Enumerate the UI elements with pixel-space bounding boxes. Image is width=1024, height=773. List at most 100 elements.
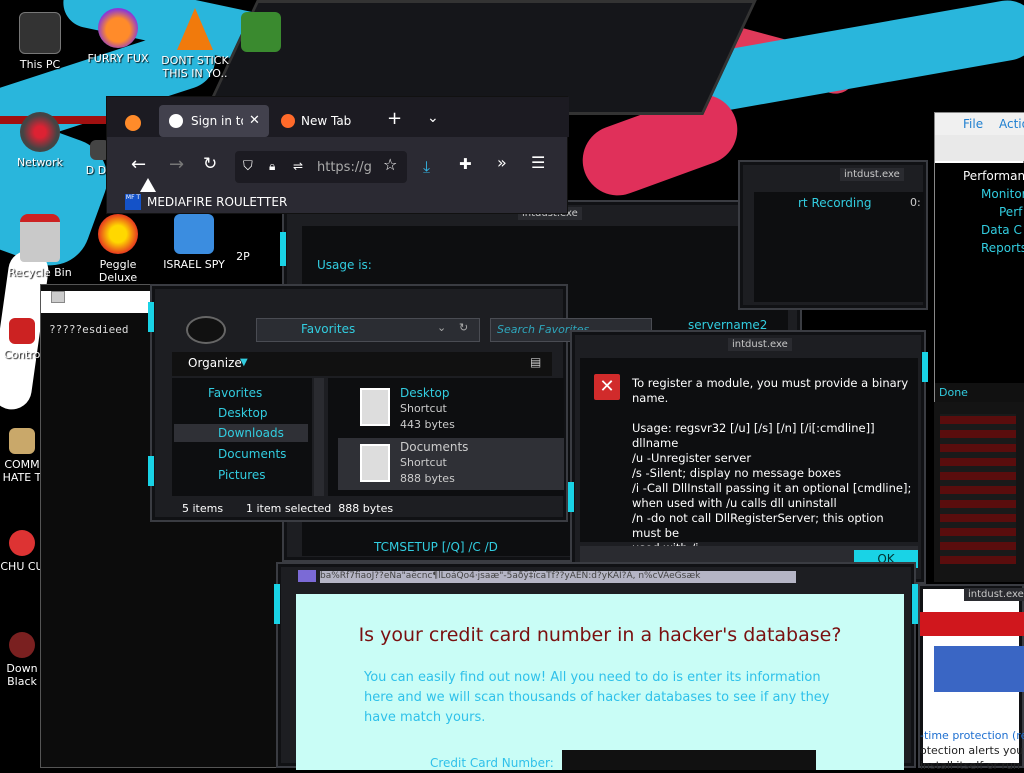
explorer-window[interactable]: Favorites ⌄ ↻ Search Favorites Organize … [148, 284, 652, 522]
nav-item-desktop[interactable]: Desktop [218, 406, 268, 420]
cmd-icon [51, 291, 65, 303]
star-icon[interactable]: ☆ [383, 157, 397, 173]
address-text: Favorites [301, 322, 356, 336]
recording-window[interactable]: intdust.exe rt Recording 0: [738, 160, 928, 310]
permissions-icon[interactable]: ⇌ [293, 159, 303, 174]
file-list: Desktop Shortcut 443 bytes Documents Sho… [328, 378, 564, 496]
organize-button[interactable]: Organize [188, 356, 242, 371]
url-text[interactable]: https://g [317, 160, 373, 175]
desktop-icon-comm-hate[interactable]: COMM HATE T [0, 428, 44, 484]
tree-performance[interactable]: Performance [963, 169, 1024, 183]
message-line: /n -do not call DllRegisterServer; this … [632, 511, 884, 540]
defender-window[interactable]: intdust.exe -time protection (re otectio… [918, 584, 1024, 772]
menu-action[interactable]: Actio [999, 117, 1024, 131]
scam-headline: Is your credit card number in a hacker's… [358, 624, 842, 646]
desktop-icon-dont-stick[interactable]: DONT STICK THIS IN YO.. [157, 8, 233, 80]
defender-text: -time protection (re otection alerts you… [920, 728, 1024, 773]
desktop-icon-chu[interactable]: CHU CU [0, 530, 44, 573]
regsvr-error-dialog[interactable]: intdust.exe ✕ To register a module, you … [568, 330, 928, 584]
chevron-down-icon[interactable]: ⌄ [427, 111, 439, 126]
command-bar: Organize ▼ ▤ [172, 352, 552, 376]
tree-data-collector[interactable]: Data C [981, 223, 1022, 237]
file-size: 888 bytes [400, 472, 455, 485]
browser-window[interactable]: Sign in to ✕ New Tab + ⌄ ← → ↻ ⛉ 🔒︎ ⇌ ht… [106, 96, 569, 214]
overflow-icon[interactable]: » [497, 155, 507, 171]
chevron-down-icon[interactable]: ▼ [240, 357, 248, 368]
tree-reports[interactable]: Reports [981, 241, 1024, 255]
defender-red-bar [920, 612, 1024, 636]
desktop-icon-peggle[interactable]: Peggle Deluxe [80, 214, 156, 284]
tab-new[interactable]: New Tab [273, 105, 373, 137]
plus-icon[interactable]: + [387, 110, 402, 128]
view-options-icon[interactable]: ▤ [530, 355, 541, 369]
bookmark-mediafire[interactable]: MEDIAFIRE ROULETTER [147, 195, 287, 210]
desktop-icon-control[interactable]: Contro [0, 318, 44, 361]
recording-label: rt Recording [798, 196, 872, 210]
file-type: Shortcut [400, 402, 447, 415]
cc-number-input[interactable] [562, 750, 816, 770]
desktop-icon-2p[interactable]: 2P [228, 250, 258, 263]
scam-window[interactable]: ba%Rf7fiaoJ??eNa"aëcnc¶lLoáQo4·jsaæ"-5að… [274, 562, 918, 770]
desktop-icon-down-black[interactable]: Down Black [0, 632, 44, 688]
file-type: Shortcut [400, 456, 447, 469]
back-forward-orb-icon[interactable] [186, 316, 226, 344]
extensions-icon[interactable]: ✚ [459, 157, 472, 172]
perfmon-tree: Performance Monitor Perf Data C Reports [935, 163, 1024, 383]
menu-file[interactable]: File [963, 117, 983, 131]
nav-item-favorites[interactable]: Favorites [208, 386, 262, 400]
close-icon[interactable]: ✕ [249, 113, 260, 128]
window-title: intdust.exe [964, 588, 1024, 601]
message-line: /i -Call DllInstall passing it an option… [632, 481, 912, 495]
file-size: 443 bytes [400, 418, 455, 431]
perfmon-menubar: File Actio [935, 113, 1024, 135]
nav-item-pictures[interactable]: Pictures [218, 468, 266, 482]
nav-item-downloads[interactable]: Downloads [218, 426, 284, 440]
github-icon [169, 114, 183, 128]
tree-monitor[interactable]: Monitor [981, 187, 1024, 201]
protection-label: -time protection (re [920, 729, 1024, 742]
desktop-icon-this-pc[interactable]: This PC [2, 12, 78, 71]
window-title: ba%Rf7fiaoJ??eNa"aëcnc¶lLoáQo4·jsaæ"-5að… [320, 571, 796, 583]
desktop-icon-hx[interactable] [236, 12, 286, 56]
back-icon[interactable]: ← [131, 156, 146, 174]
download-icon[interactable]: ⤓ [423, 157, 430, 177]
nav-item-documents[interactable]: Documents [218, 447, 286, 461]
desktop-icon-israel-spy[interactable]: ISRAEL SPY [156, 214, 232, 271]
shield-icon[interactable]: ⛉ [243, 159, 253, 174]
status-text: Done [939, 386, 968, 399]
refresh-icon[interactable]: ↻ [459, 321, 468, 334]
list-item[interactable]: Documents Shortcut 888 bytes [338, 438, 564, 490]
perfmon-status: Done [935, 383, 1024, 403]
file-name: Documents [400, 440, 469, 454]
tree-perf[interactable]: Perf [999, 205, 1022, 219]
firefox-icon [281, 114, 295, 128]
desktop-icon-network[interactable]: Network [2, 112, 78, 169]
message-line: /s -Silent; display no message boxes [632, 466, 842, 480]
app-icon [174, 214, 214, 254]
message-line: when used with /u calls dll uninstall [632, 496, 837, 510]
forward-icon[interactable]: → [169, 156, 184, 174]
lock-icon[interactable]: 🔒︎ [269, 159, 275, 174]
error-icon: ✕ [594, 374, 620, 400]
address-bar[interactable]: Favorites ⌄ ↻ [256, 318, 480, 342]
firefox-icon [98, 8, 138, 48]
firefox-icon[interactable] [125, 115, 141, 131]
tcmsetup-text: TCMSETUP [/Q] /C /D [374, 540, 498, 554]
window-title: intdust.exe [840, 168, 904, 181]
list-item[interactable]: Desktop Shortcut 443 bytes [338, 384, 564, 434]
chevron-down-icon[interactable]: ⌄ [437, 321, 446, 334]
recording-timer: 0: [910, 196, 921, 209]
dialog-body: ✕ To register a module, you must provide… [580, 358, 918, 555]
tab-signin[interactable]: Sign in to ✕ [159, 105, 269, 137]
menu-icon[interactable]: ☰ [531, 155, 545, 171]
reload-icon[interactable]: ↻ [203, 156, 217, 173]
perfmon-window[interactable]: File Actio Performance Monitor Perf Data… [934, 112, 1024, 403]
network-icon [20, 112, 60, 152]
status-bar: 5 items 1 item selected 888 bytes [172, 498, 564, 518]
nav-scrollbar[interactable] [314, 378, 324, 496]
status-selected: 1 item selected 888 bytes [246, 502, 394, 515]
message-line: name. [632, 391, 669, 405]
desktop-icon-recycle-bin[interactable]: Recycle Bin [2, 214, 78, 279]
url-bar[interactable]: ⛉ 🔒︎ ⇌ https://g ☆ [235, 151, 407, 183]
desktop-icon-furry-fux[interactable]: FURRY FUX [80, 8, 156, 65]
